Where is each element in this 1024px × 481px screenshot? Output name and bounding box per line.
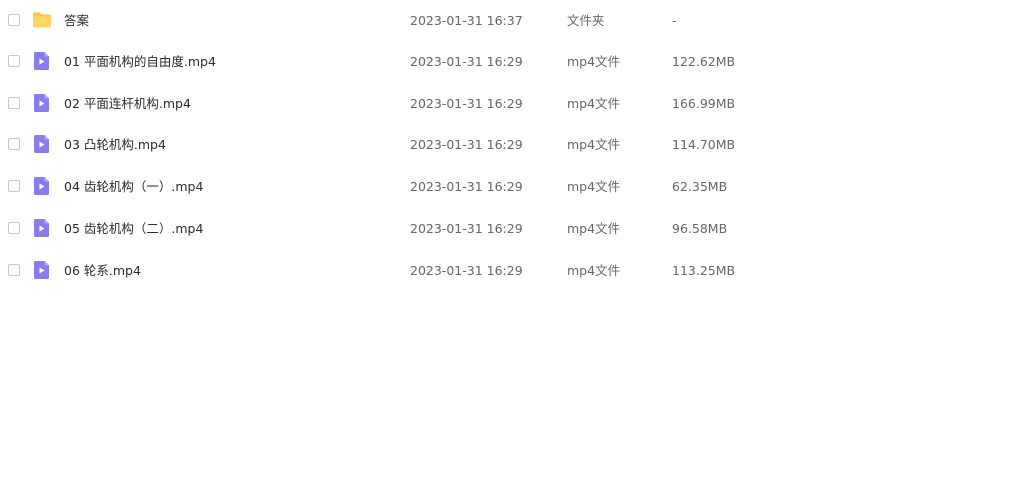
row-checkbox[interactable] [8,264,20,276]
file-size: 166.99MB [672,96,736,111]
file-size: 113.25MB [672,263,736,278]
file-type: 文件夹 [567,13,605,28]
file-list: 答案 2023-01-31 16:37 文件夹 - 01 平面机构的自由度.mp… [0,0,1024,481]
file-type: mp4文件 [567,221,621,236]
file-date: 2023-01-31 16:29 [410,179,523,194]
file-name[interactable]: 03 凸轮机构.mp4 [64,124,166,165]
row-checkbox[interactable] [8,14,20,26]
video-file-icon [32,93,52,113]
file-row[interactable]: 02 平面连杆机构.mp4 2023-01-31 16:29 mp4文件 166… [0,83,1024,124]
file-date: 2023-01-31 16:29 [410,263,523,278]
file-size: 114.70MB [672,137,736,152]
file-row-folder[interactable]: 答案 2023-01-31 16:37 文件夹 - [0,0,1024,41]
file-size: 122.62MB [672,54,736,69]
file-size: 96.58MB [672,221,728,236]
row-checkbox[interactable] [8,180,20,192]
video-file-icon [32,176,52,196]
row-checkbox[interactable] [8,97,20,109]
row-checkbox[interactable] [8,55,20,67]
file-type: mp4文件 [567,263,621,278]
file-name[interactable]: 04 齿轮机构（一）.mp4 [64,166,203,207]
file-type: mp4文件 [567,54,621,69]
file-type: mp4文件 [567,137,621,152]
file-name[interactable]: 06 轮系.mp4 [64,250,141,291]
file-date: 2023-01-31 16:29 [410,96,523,111]
file-size: 62.35MB [672,179,728,194]
folder-icon [32,10,52,30]
video-file-icon [32,134,52,154]
file-date: 2023-01-31 16:29 [410,137,523,152]
file-date: 2023-01-31 16:29 [410,54,523,69]
file-name[interactable]: 答案 [64,0,89,41]
file-row[interactable]: 04 齿轮机构（一）.mp4 2023-01-31 16:29 mp4文件 62… [0,166,1024,207]
video-file-icon [32,218,52,238]
file-date: 2023-01-31 16:29 [410,221,523,236]
file-row[interactable]: 01 平面机构的自由度.mp4 2023-01-31 16:29 mp4文件 1… [0,41,1024,82]
row-checkbox[interactable] [8,138,20,150]
file-date: 2023-01-31 16:37 [410,13,523,28]
file-row[interactable]: 03 凸轮机构.mp4 2023-01-31 16:29 mp4文件 114.7… [0,124,1024,165]
video-file-icon [32,51,52,71]
video-file-icon [32,260,52,280]
file-type: mp4文件 [567,96,621,111]
file-name[interactable]: 01 平面机构的自由度.mp4 [64,41,216,82]
file-row[interactable]: 05 齿轮机构（二）.mp4 2023-01-31 16:29 mp4文件 96… [0,208,1024,249]
file-size: - [672,13,677,28]
file-name[interactable]: 02 平面连杆机构.mp4 [64,83,191,124]
row-checkbox[interactable] [8,222,20,234]
file-name[interactable]: 05 齿轮机构（二）.mp4 [64,208,203,249]
file-type: mp4文件 [567,179,621,194]
file-row[interactable]: 06 轮系.mp4 2023-01-31 16:29 mp4文件 113.25M… [0,250,1024,291]
